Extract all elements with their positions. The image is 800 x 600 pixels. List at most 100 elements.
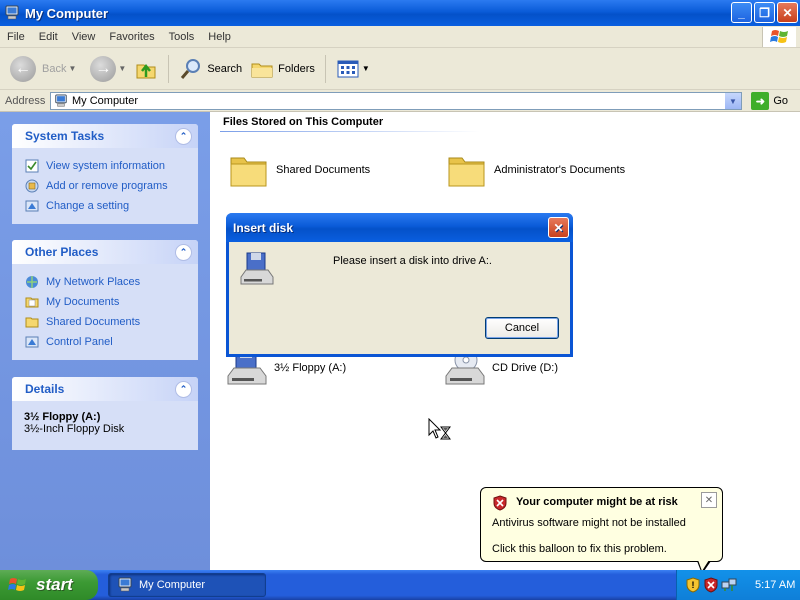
forward-button[interactable]: → ▼ [86,52,130,86]
place-control-panel[interactable]: Control Panel [24,332,198,352]
details-title: Details [25,382,65,396]
views-button[interactable]: ▼ [332,52,374,86]
task-view-system-info[interactable]: View system information [24,156,198,176]
search-button[interactable]: Search [175,52,246,86]
system-tasks-header[interactable]: System Tasks ⌃ [12,124,198,148]
back-arrow-icon: ← [10,55,36,82]
toolbar-separator [324,54,326,83]
details-header[interactable]: Details ⌃ [12,377,198,401]
security-shield-icon [493,495,507,511]
folder-icon [24,314,40,330]
item-administrators-documents[interactable]: Administrator's Documents [446,150,625,190]
task-pane: System Tasks ⌃ View system information A… [0,112,210,570]
network-connection-icon[interactable] [721,577,737,593]
place-label: My Network Places [46,276,141,288]
details-item-name: 3½ Floppy (A:) [24,411,101,423]
my-computer-icon [4,5,20,21]
taskbar-item-my-computer[interactable]: My Computer [108,573,266,597]
restore-button[interactable]: ❐ [754,2,775,23]
forward-arrow-icon: → [90,55,117,82]
security-balloon[interactable]: Your computer might be at risk ✕ Antivir… [480,487,723,562]
place-my-documents[interactable]: My Documents [24,292,198,312]
forward-dropdown-icon[interactable]: ▼ [118,64,126,73]
folders-label: Folders [278,62,315,75]
group-header: Files Stored on This Computer [223,116,384,128]
start-button[interactable]: start [0,570,98,600]
task-add-remove-programs[interactable]: Add or remove programs [24,176,198,196]
folders-icon [251,63,273,77]
other-places-panel: Other Places ⌃ My Network Places My Docu… [12,240,198,360]
search-label: Search [207,62,243,75]
my-computer-icon [55,94,67,107]
views-dropdown-icon: ▼ [361,64,370,73]
cancel-button[interactable]: Cancel [485,317,559,339]
views-icon [337,60,359,77]
menu-tools[interactable]: Tools [162,31,202,43]
window-titlebar[interactable]: My Computer _ ❐ ✕ [0,0,800,26]
close-button[interactable]: ✕ [777,2,798,23]
clock[interactable]: 5:17 AM [755,579,795,591]
windows-logo-icon [762,27,796,47]
task-label: View system information [46,160,166,172]
menu-help[interactable]: Help [201,31,238,43]
task-change-setting[interactable]: Change a setting [24,196,198,216]
collapse-icon[interactable]: ⌃ [175,380,192,398]
control-panel-icon [24,198,40,214]
dialog-close-button[interactable]: ✕ [548,217,569,238]
taskbar-item-label: My Computer [139,579,206,591]
go-arrow-icon: ➜ [751,92,770,110]
menu-file[interactable]: File [0,31,32,43]
address-field[interactable]: My Computer ▼ [50,92,742,110]
svg-text:!: ! [692,580,695,590]
busy-cursor-icon [428,418,451,440]
system-tasks-panel: System Tasks ⌃ View system information A… [12,124,198,224]
place-label: Shared Documents [46,316,141,328]
address-value: My Computer [72,95,139,107]
up-folder-button[interactable] [130,52,162,86]
minimize-button[interactable]: _ [731,2,752,23]
folder-icon [230,157,267,187]
dialog-message: Please insert a disk into drive A:. [333,255,492,267]
place-my-network-places[interactable]: My Network Places [24,272,198,292]
menu-view[interactable]: View [65,31,103,43]
go-button[interactable]: ➜ Go [751,92,788,110]
address-label: Address [5,94,46,107]
details-panel: Details ⌃ 3½ Floppy (A:) 3½-Inch Floppy … [12,377,198,450]
task-label: Add or remove programs [46,180,168,192]
task-label: Change a setting [46,200,130,212]
item-label: Shared Documents [276,164,371,176]
system-tasks-title: System Tasks [25,129,105,143]
folders-button[interactable]: Folders [246,52,319,86]
add-remove-icon [24,178,40,194]
item-label: CD Drive (D:) [492,362,558,374]
address-dropdown-icon[interactable]: ▼ [725,93,741,109]
details-item-description: 3½-Inch Floppy Disk [24,423,125,435]
other-places-title: Other Places [25,245,99,259]
search-icon [181,58,201,79]
system-tray: ! 5:17 AM [676,570,800,600]
collapse-icon[interactable]: ⌃ [175,127,192,145]
other-places-header[interactable]: Other Places ⌃ [12,240,198,264]
back-button[interactable]: ← Back ▼ [6,52,80,86]
address-bar: Address My Computer ▼ ➜ Go [0,90,800,112]
place-label: Control Panel [46,336,113,348]
balloon-message: Antivirus software might not be installe… [492,517,686,529]
place-shared-documents[interactable]: Shared Documents [24,312,198,332]
balloon-close-button[interactable]: ✕ [701,492,717,508]
dialog-titlebar[interactable]: Insert disk ✕ [226,213,573,242]
item-shared-documents[interactable]: Shared Documents [228,150,370,190]
menu-edit[interactable]: Edit [32,31,65,43]
menu-bar: File Edit View Favorites Tools Help [0,26,800,48]
window-title: My Computer [25,5,109,21]
up-folder-icon [136,63,156,78]
security-center-icon[interactable]: ! [685,577,701,593]
insert-disk-dialog: Insert disk ✕ Please insert a disk into … [226,213,573,357]
collapse-icon[interactable]: ⌃ [175,243,192,261]
dialog-title: Insert disk [233,220,294,235]
system-info-icon [24,158,40,174]
item-label: Administrator's Documents [494,164,626,176]
floppy-drive-icon [240,252,274,285]
menu-favorites[interactable]: Favorites [102,31,161,43]
security-alert-icon[interactable] [703,577,719,593]
back-dropdown-icon[interactable]: ▼ [68,64,76,73]
